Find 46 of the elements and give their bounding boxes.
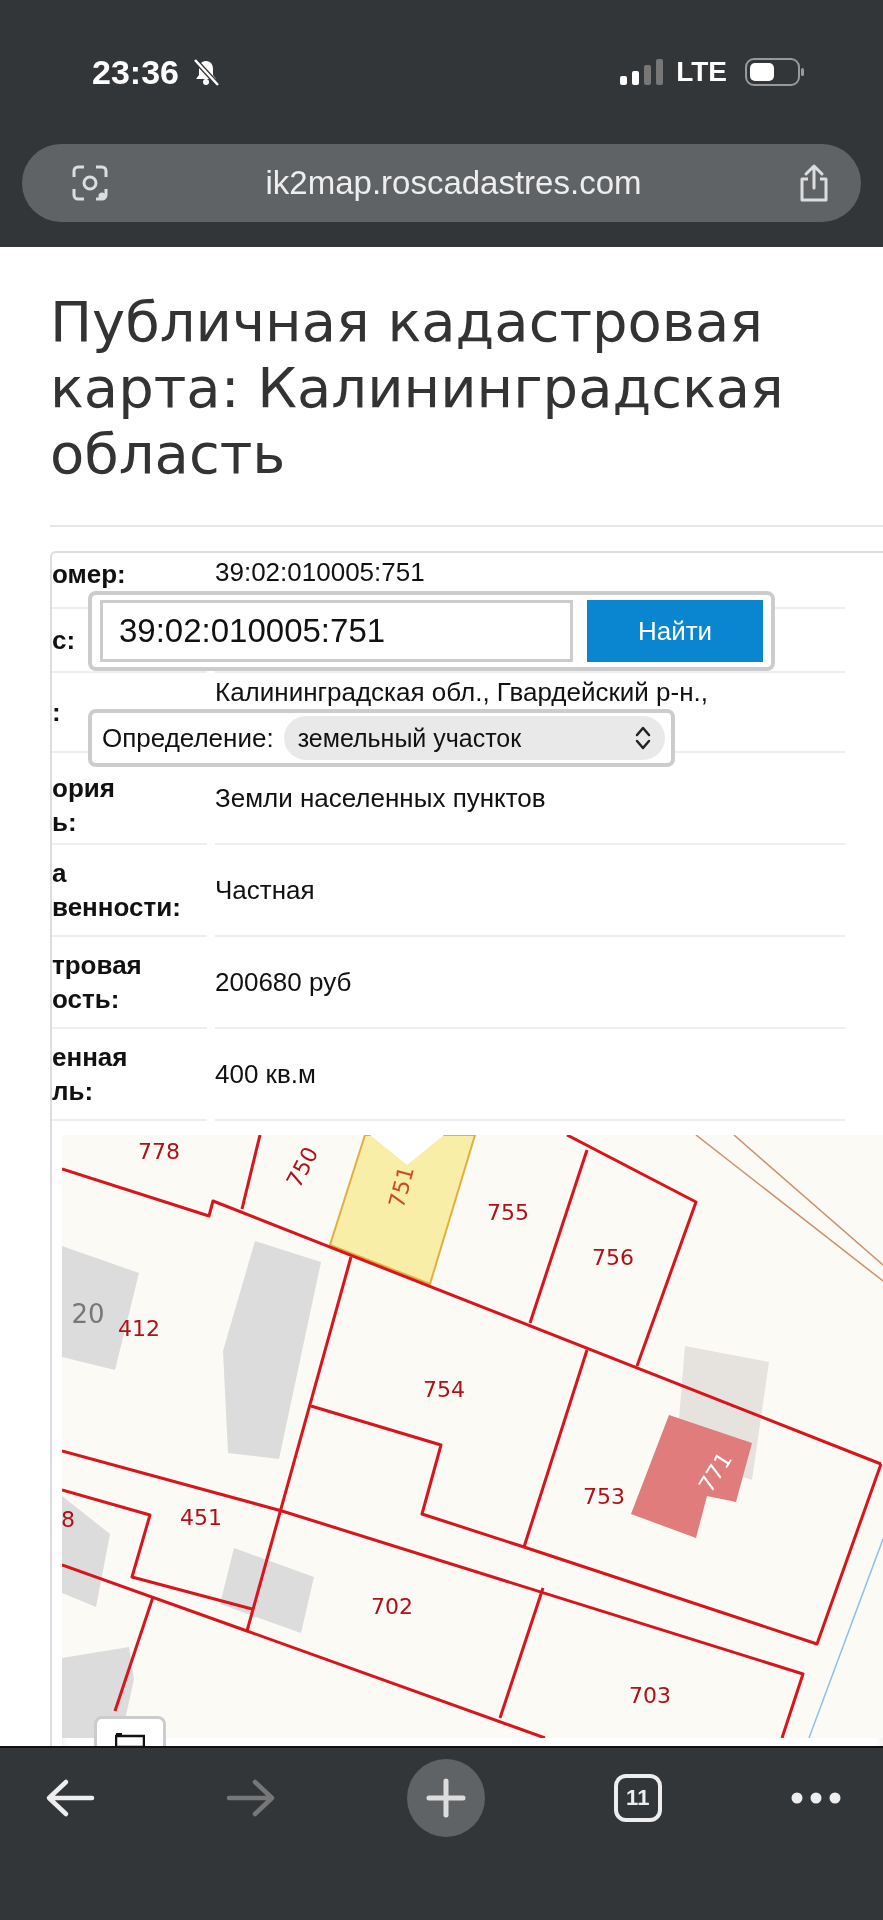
definition-label: Определение: [102, 722, 274, 754]
url-text: ik2map.roscadastres.com [265, 164, 642, 202]
signal-icon [620, 59, 665, 85]
search-field[interactable]: 39:02:010005:751 [100, 600, 573, 662]
battery-icon [745, 58, 805, 86]
field-value: 200680 руб [215, 967, 352, 997]
field-value: 39:02:010005:751 [215, 557, 425, 587]
parcel-number: 703 [629, 1683, 671, 1708]
back-arrow-icon[interactable] [44, 1778, 96, 1818]
cadastral-map[interactable]: 778 750 751 755 756 20 412 754 753 771 8 451 702 703 [62, 1135, 883, 1738]
camera-scan-icon[interactable] [70, 163, 110, 203]
find-button[interactable]: Найти [587, 600, 763, 662]
building-number: 771 [693, 1447, 738, 1497]
field-label: с: [52, 624, 76, 657]
field-label: омер: [52, 558, 126, 591]
plus-icon [425, 1778, 466, 1818]
field-label: тровая ость: [52, 949, 142, 1016]
address-bar[interactable]: ik2map.roscadastres.com [22, 144, 861, 222]
field-label: а венности: [52, 857, 181, 924]
more-icon[interactable] [791, 1792, 841, 1804]
parcel-number: 756 [592, 1245, 634, 1270]
parcel-number: 755 [487, 1200, 529, 1225]
network-type: LTE [676, 56, 727, 88]
parcel-number: 754 [423, 1377, 465, 1402]
clock-time: 23:36 [92, 52, 179, 92]
parcel-number: 750 [281, 1142, 324, 1192]
parcel-number: 8 [62, 1507, 75, 1532]
parcel-number: 751 [383, 1163, 419, 1211]
field-value: Земли населенных пунктов [215, 783, 546, 813]
field-value: 400 кв.м [215, 1059, 316, 1089]
definition-select[interactable]: земельный участок [283, 716, 665, 760]
field-value: Калининградская обл., Гвардейский р-н., [215, 677, 709, 707]
parcel-number: 451 [180, 1505, 222, 1530]
page-title: Публичная кадастровая карта: Калининградская область [50, 289, 785, 487]
field-value: Частная [215, 875, 315, 905]
updown-chevron-icon [635, 725, 651, 751]
tab-count-button[interactable]: 11 [613, 1774, 662, 1822]
field-label: ория ь: [52, 772, 115, 839]
field-label: : [52, 696, 61, 729]
house-number: 20 [71, 1299, 105, 1329]
parcel-number: 702 [371, 1594, 413, 1619]
selected-parcel[interactable] [328, 1135, 477, 1286]
parcel-number: 753 [583, 1484, 625, 1509]
parcel-number: 412 [118, 1316, 160, 1341]
field-label: енная ль: [52, 1041, 128, 1108]
parcel-number: 778 [138, 1139, 180, 1164]
